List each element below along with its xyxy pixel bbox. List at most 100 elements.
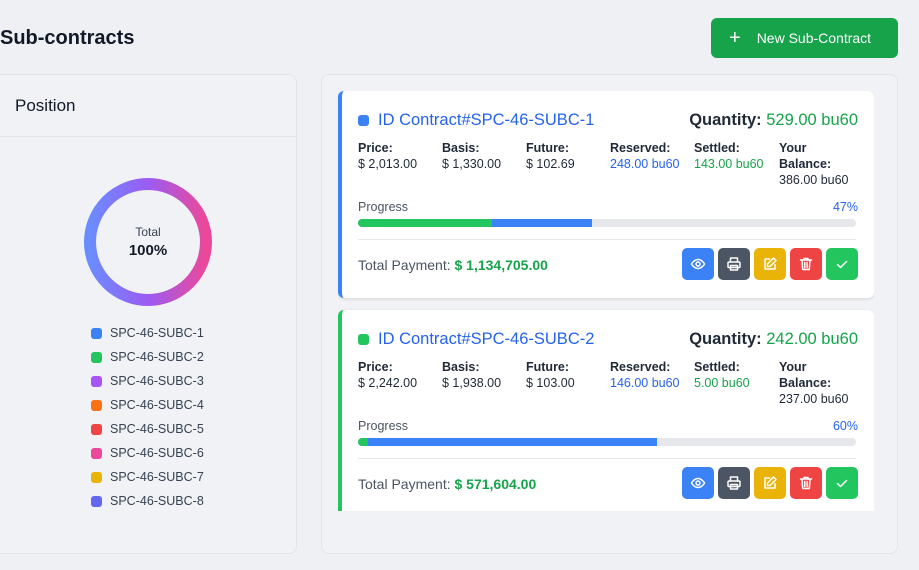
progress-label: Progress	[358, 200, 409, 214]
legend-item[interactable]: SPC-46-SUBC-7	[91, 465, 204, 489]
legend-color-swatch	[91, 399, 102, 411]
legend-item[interactable]: SPC-46-SUBC-2	[91, 345, 204, 369]
field-label: Settled:	[694, 141, 740, 155]
position-title: Position	[0, 75, 296, 137]
delete-button[interactable]	[790, 467, 822, 499]
legend-item[interactable]: SPC-46-SUBC-1	[91, 321, 204, 345]
field-label: Settled:	[694, 360, 740, 374]
position-legend: SPC-46-SUBC-1 SPC-46-SUBC-2 SPC-46-SUBC-3 S…	[91, 321, 204, 513]
approve-button[interactable]	[826, 467, 858, 499]
contract-field: Settled: 143.00 bu60	[694, 140, 778, 172]
legend-color-swatch	[91, 351, 102, 363]
delete-button[interactable]	[790, 248, 822, 280]
status-indicator	[358, 115, 369, 126]
print-button[interactable]	[718, 467, 750, 499]
progress-label: Progress	[358, 419, 409, 433]
legend-color-swatch	[91, 495, 102, 507]
contract-title[interactable]: ID Contract#SPC-46-SUBC-2	[358, 330, 594, 349]
field-label: Price:	[358, 360, 393, 374]
field-value: $ 1,938.00	[442, 376, 502, 390]
legend-label: SPC-46-SUBC-4	[110, 398, 204, 412]
contract-id: ID Contract#SPC-46-SUBC-2	[378, 330, 595, 348]
field-value: $ 1,330.00	[442, 157, 502, 171]
field-label: Your Balance:	[779, 141, 832, 171]
legend-label: SPC-46-SUBC-5	[110, 422, 204, 436]
trash-icon	[799, 476, 813, 490]
contract-field: Reserved: 248.00 bu60	[610, 140, 694, 172]
legend-color-swatch	[91, 423, 102, 435]
card-actions	[678, 467, 858, 499]
contract-field: Settled: 5.00 bu60	[694, 359, 778, 391]
contract-field: Reserved: 146.00 bu60	[610, 359, 694, 391]
contract-field: Future: $ 102.69	[526, 140, 610, 172]
legend-label: SPC-46-SUBC-3	[110, 374, 204, 388]
check-icon	[836, 260, 848, 269]
card-actions	[678, 248, 858, 280]
sub-contracts-list[interactable]: ID Contract#SPC-46-SUBC-1 Quantity: 529.0…	[321, 74, 898, 554]
contract-card[interactable]: ID Contract#SPC-46-SUBC-1 Quantity: 529.0…	[338, 91, 874, 298]
contract-title[interactable]: ID Contract#SPC-46-SUBC-1	[358, 111, 594, 130]
page-title: Sub-contracts	[0, 27, 135, 49]
position-donut-chart: Total 100%	[83, 177, 213, 307]
total-payment-value: $ 571,604.00	[454, 476, 537, 492]
view-button[interactable]	[682, 467, 714, 499]
donut-value: 100%	[128, 242, 168, 259]
quantity-label: Quantity:	[689, 330, 762, 348]
progress-percent: 60%	[832, 419, 858, 433]
quantity-value: 529.00 bu60	[766, 111, 858, 129]
field-value: 386.00 bu60	[779, 173, 849, 187]
legend-item[interactable]: SPC-46-SUBC-8	[91, 489, 204, 513]
position-panel: Position Total 100% SPC-46-SUBC-1 SPC-46-…	[0, 74, 297, 554]
progress-reserved-segment	[492, 219, 593, 227]
quantity-label: Quantity:	[689, 111, 762, 129]
edit-button[interactable]	[754, 467, 786, 499]
print-button[interactable]	[718, 248, 750, 280]
total-payment: Total Payment: $ 571,604.00	[358, 476, 536, 492]
progress-percent: 47%	[832, 200, 858, 214]
card-divider	[358, 458, 856, 459]
new-sub-contract-label: New Sub-Contract	[756, 30, 872, 46]
legend-label: SPC-46-SUBC-6	[110, 446, 204, 460]
new-sub-contract-button[interactable]: + New Sub-Contract	[711, 18, 898, 58]
legend-label: SPC-46-SUBC-8	[110, 494, 204, 508]
approve-button[interactable]	[826, 248, 858, 280]
legend-color-swatch	[91, 471, 102, 483]
contract-field: Price: $ 2,013.00	[358, 140, 442, 172]
field-value: 143.00 bu60	[694, 157, 764, 171]
progress-settled-segment	[358, 219, 493, 227]
field-label: Basis:	[442, 141, 480, 155]
field-label: Future:	[526, 360, 570, 374]
contract-card[interactable]: ID Contract#SPC-46-SUBC-2 Quantity: 242.0…	[338, 310, 874, 511]
legend-item[interactable]: SPC-46-SUBC-3	[91, 369, 204, 393]
legend-color-swatch	[91, 327, 102, 339]
progress-bar	[358, 438, 856, 446]
contract-field: Price: $ 2,242.00	[358, 359, 442, 391]
total-payment-value: $ 1,134,705.00	[454, 257, 548, 273]
trash-icon	[799, 257, 813, 271]
field-value: $ 2,013.00	[358, 157, 418, 171]
field-value: $ 103.00	[526, 376, 575, 390]
contract-field: Your Balance: 237.00 bu60	[779, 359, 859, 407]
field-label: Reserved:	[610, 141, 671, 155]
field-value: $ 2,242.00	[358, 376, 418, 390]
legend-item[interactable]: SPC-46-SUBC-6	[91, 441, 204, 465]
total-payment: Total Payment: $ 1,134,705.00	[358, 257, 548, 273]
field-value: 146.00 bu60	[610, 376, 680, 390]
total-payment-label: Total Payment:	[358, 476, 451, 492]
contract-id: ID Contract#SPC-46-SUBC-1	[378, 111, 595, 129]
eye-icon	[690, 258, 706, 270]
contract-field: Basis: $ 1,938.00	[442, 359, 526, 391]
edit-button[interactable]	[754, 248, 786, 280]
eye-icon	[690, 477, 706, 489]
legend-item[interactable]: SPC-46-SUBC-5	[91, 417, 204, 441]
legend-color-swatch	[91, 447, 102, 459]
donut-label: Total	[135, 225, 161, 239]
field-label: Basis:	[442, 360, 480, 374]
legend-label: SPC-46-SUBC-7	[110, 470, 204, 484]
field-value: $ 102.69	[526, 157, 575, 171]
total-payment-label: Total Payment:	[358, 257, 451, 273]
view-button[interactable]	[682, 248, 714, 280]
contract-field: Your Balance: 386.00 bu60	[779, 140, 859, 188]
legend-item[interactable]: SPC-46-SUBC-4	[91, 393, 204, 417]
card-divider	[358, 239, 856, 240]
